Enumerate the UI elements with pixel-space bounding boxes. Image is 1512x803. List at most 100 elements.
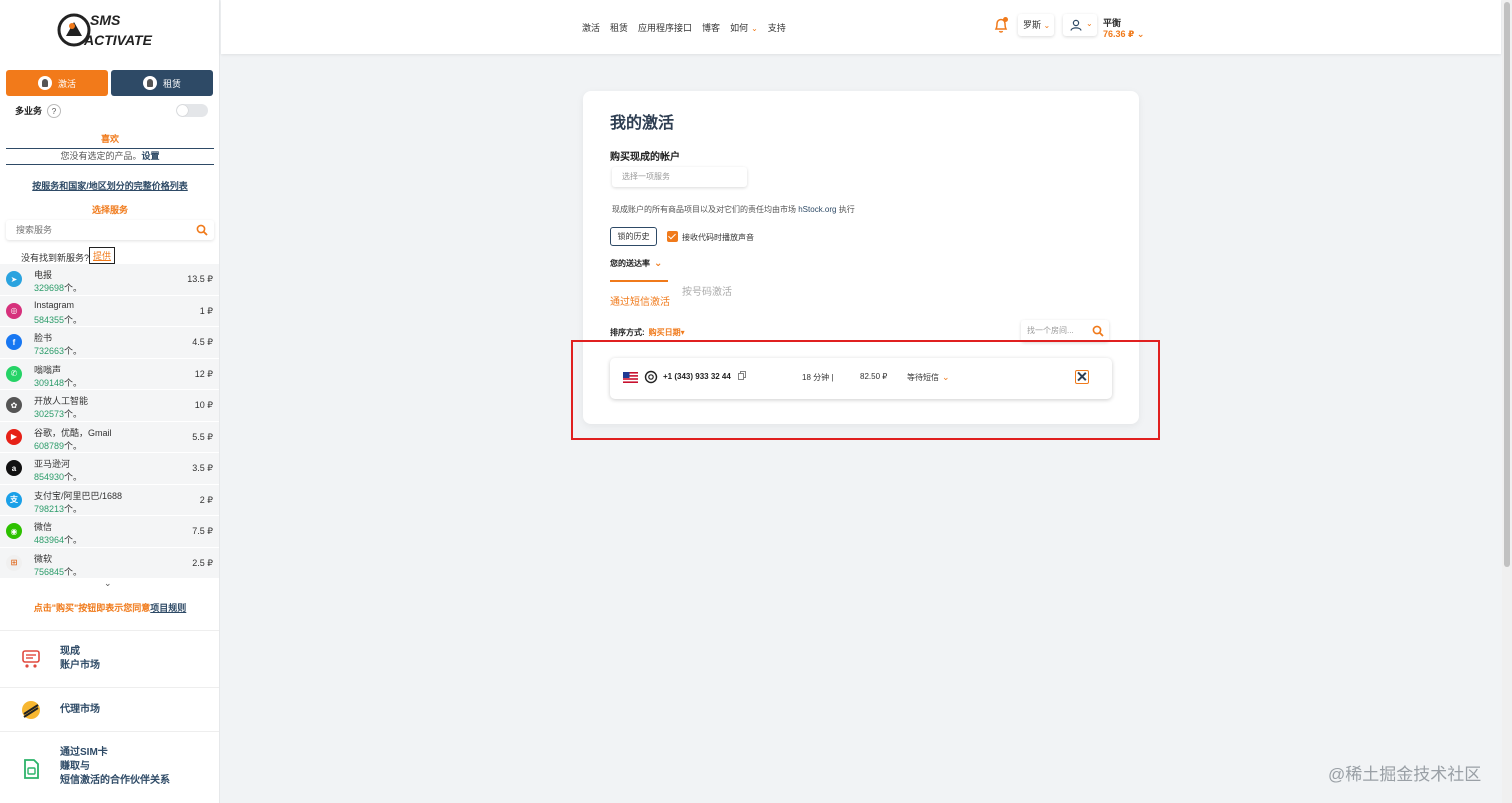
search-icon[interactable] (196, 224, 208, 236)
logo[interactable]: SMS ACTIVATE (56, 10, 166, 56)
nav-how[interactable]: 如何 ⌄ (730, 21, 758, 34)
service-price: 2 ₽ (199, 494, 213, 505)
sidebar: SMS ACTIVATE 激活 租赁 多业务 ? 喜欢 您没有选定的产品。设置 … (0, 0, 220, 803)
service-item[interactable]: ✆ 嗡嗡声 309148个。 12 ₽ (0, 358, 219, 390)
sort-control[interactable]: 排序方式: 购买日期▾ (610, 327, 685, 338)
lock-history-button[interactable]: 锁的历史 (610, 227, 657, 246)
service-item[interactable]: ◎ Instagram 584355个。 1 ₽ (0, 295, 219, 327)
avatar-icon (37, 76, 52, 90)
favorites-empty-text: 您没有选定的产品。 (60, 151, 142, 161)
service-name: 微软 (34, 553, 53, 564)
service-item[interactable]: 支支付宝/阿里巴巴/1688 798213个。 2 ₽ (0, 484, 219, 516)
service-count-unit: 个。 (64, 346, 83, 356)
delivery-rate-label: 您的送达率 (610, 259, 650, 268)
balance-value[interactable]: 76.36 ₽ ⌄ (1103, 29, 1144, 40)
service-count: 329698个。 (34, 281, 82, 294)
service-item[interactable]: a 亚马逊河 854930个。 3.5 ₽ (0, 453, 219, 485)
service-count-unit: 个。 (64, 409, 83, 419)
service-search-input[interactable] (6, 220, 186, 240)
promo-sim-partner[interactable]: 通过SIM卡 赚取与 短信激活的合作伙伴关系 (0, 731, 219, 803)
service-count-value: 854930 (34, 472, 65, 482)
page-scrollbar[interactable] (1502, 0, 1512, 803)
service-price: 12 ₽ (194, 368, 213, 379)
sort-value[interactable]: 购买日期▾ (649, 328, 685, 337)
service-select[interactable]: 选择一项服务 (612, 167, 747, 187)
select-service-title: 选择服务 (91, 205, 128, 215)
offer-link[interactable]: 提供 (89, 247, 116, 264)
disclaimer-prefix: 现成账户的所有商品项目以及对它们的责任均由市场 (612, 205, 796, 214)
service-count-value: 483964 (34, 535, 65, 545)
promo-market-line1: 现成 (60, 646, 80, 657)
service-item[interactable]: ▶ 谷歌，优酷，Gmail 608789个。 5.5 ₽ (0, 421, 219, 453)
notification-dot (1003, 17, 1008, 22)
sound-checkbox[interactable] (667, 231, 678, 242)
nav-blog[interactable]: 博客 (702, 21, 720, 34)
chevron-down-icon: ⌄ (942, 372, 950, 382)
service-price: 5.5 ₽ (192, 431, 213, 442)
nav-activate[interactable]: 激活 (582, 21, 600, 34)
nav-how-label: 如何 (730, 23, 749, 33)
service-count-unit: 个。 (64, 566, 83, 577)
service-count-value: 798213 (34, 503, 65, 514)
promo-account-market[interactable]: 现成 账户市场 (0, 630, 219, 687)
rent-mode-button[interactable]: 租赁 (111, 70, 213, 96)
sim-card-icon (24, 759, 39, 779)
activate-mode-button[interactable]: 激活 (6, 70, 108, 96)
hstock-link[interactable]: hStock.org (798, 205, 836, 214)
service-count-unit: 个。 (64, 440, 83, 451)
facebook-icon: f (6, 334, 22, 350)
favorites-setup-link[interactable]: 设置 (142, 151, 160, 161)
watermark: @稀土掘金技术社区 (1328, 765, 1482, 784)
promo-proxy-market[interactable]: 代理市场 (0, 687, 219, 731)
service-name: 电报 (34, 270, 53, 280)
copy-icon[interactable] (738, 371, 746, 380)
user-menu[interactable]: ⌄ (1063, 14, 1097, 36)
rules-prefix: 点击"购买"按钮即表示您同意 (33, 603, 151, 613)
promo-proxy-label: 代理市场 (60, 704, 100, 715)
service-item[interactable]: ✿ 开放人工智能 302573个。 10 ₽ (0, 390, 219, 422)
balance-label: 平衡 (1103, 18, 1122, 28)
service-item[interactable]: f 脸书 732663个。 4.5 ₽ (0, 327, 219, 359)
service-item[interactable]: ⊞ 微软 756845个。 2.5 ₽ (0, 547, 219, 579)
chevron-down-icon: ⌄ (654, 258, 663, 269)
logo-text-sms: SMS (90, 12, 121, 28)
service-item[interactable]: ◉ 微信 483964个。 7.5 ₽ (0, 516, 219, 548)
delivery-rate-toggle[interactable]: 您的送达率 ⌄ (610, 258, 662, 269)
tab-sms-activation[interactable]: 通过短信激活 (610, 280, 670, 308)
price-list-link[interactable]: 按服务和国家/地区划分的完整价格列表 (0, 179, 219, 192)
status-dropdown[interactable]: 等待短信 ⌄ (907, 372, 950, 383)
service-count-value: 309148 (34, 377, 65, 388)
promo-sim-line3: 短信激活的合作伙伴关系 (60, 775, 170, 786)
service-item[interactable]: ➤ 电报 329698个。 13.5 ₽ (0, 264, 219, 296)
tab-number-activation[interactable]: 按号码激活 (682, 283, 732, 298)
nav-api[interactable]: 应用程序接口 (638, 21, 692, 34)
youtube-icon: ▶ (6, 428, 22, 445)
language-select[interactable]: 罗斯 ⌄ (1018, 14, 1054, 36)
service-name: 支付宝/阿里巴巴/1688 (34, 490, 123, 501)
multi-service-toggle[interactable] (176, 104, 208, 117)
help-icon[interactable]: ? (47, 104, 61, 118)
cancel-activation-button[interactable] (1075, 370, 1089, 384)
nav-rent[interactable]: 租赁 (610, 21, 628, 34)
buy-accounts-title: 购买现成的帐户 (610, 152, 680, 163)
scrollbar-thumb[interactable] (1504, 2, 1510, 567)
service-count: 302573个。 (34, 407, 82, 420)
service-name: 微信 (34, 522, 53, 532)
phone-number: +1 (343) 933 32 44 (663, 372, 731, 381)
disclaimer-suffix: 执行 (838, 205, 855, 214)
service-price: 2.5 ₽ (192, 557, 213, 568)
sort-label: 排序方式: (610, 328, 645, 337)
service-count-unit: 个。 (64, 314, 83, 325)
main-nav: 激活 租赁 应用程序接口 博客 如何 ⌄ 支持 (582, 21, 786, 34)
sound-label: 接收代码时播放声音 (682, 233, 754, 242)
chevron-down-icon[interactable]: ⌄ (104, 578, 112, 589)
room-search[interactable]: 找一个房间... (1021, 320, 1109, 342)
rules-link[interactable]: 项目规则 (150, 603, 186, 613)
promo-sim-line2: 赚取与 (60, 761, 90, 772)
whatsapp-icon: ✆ (6, 365, 22, 382)
remaining-time: 18 分钟 | (802, 373, 834, 382)
nav-support[interactable]: 支持 (768, 21, 786, 34)
search-icon[interactable] (1092, 325, 1104, 337)
service-price: 4.5 ₽ (192, 337, 213, 347)
service-count-unit: 个。 (64, 283, 83, 293)
